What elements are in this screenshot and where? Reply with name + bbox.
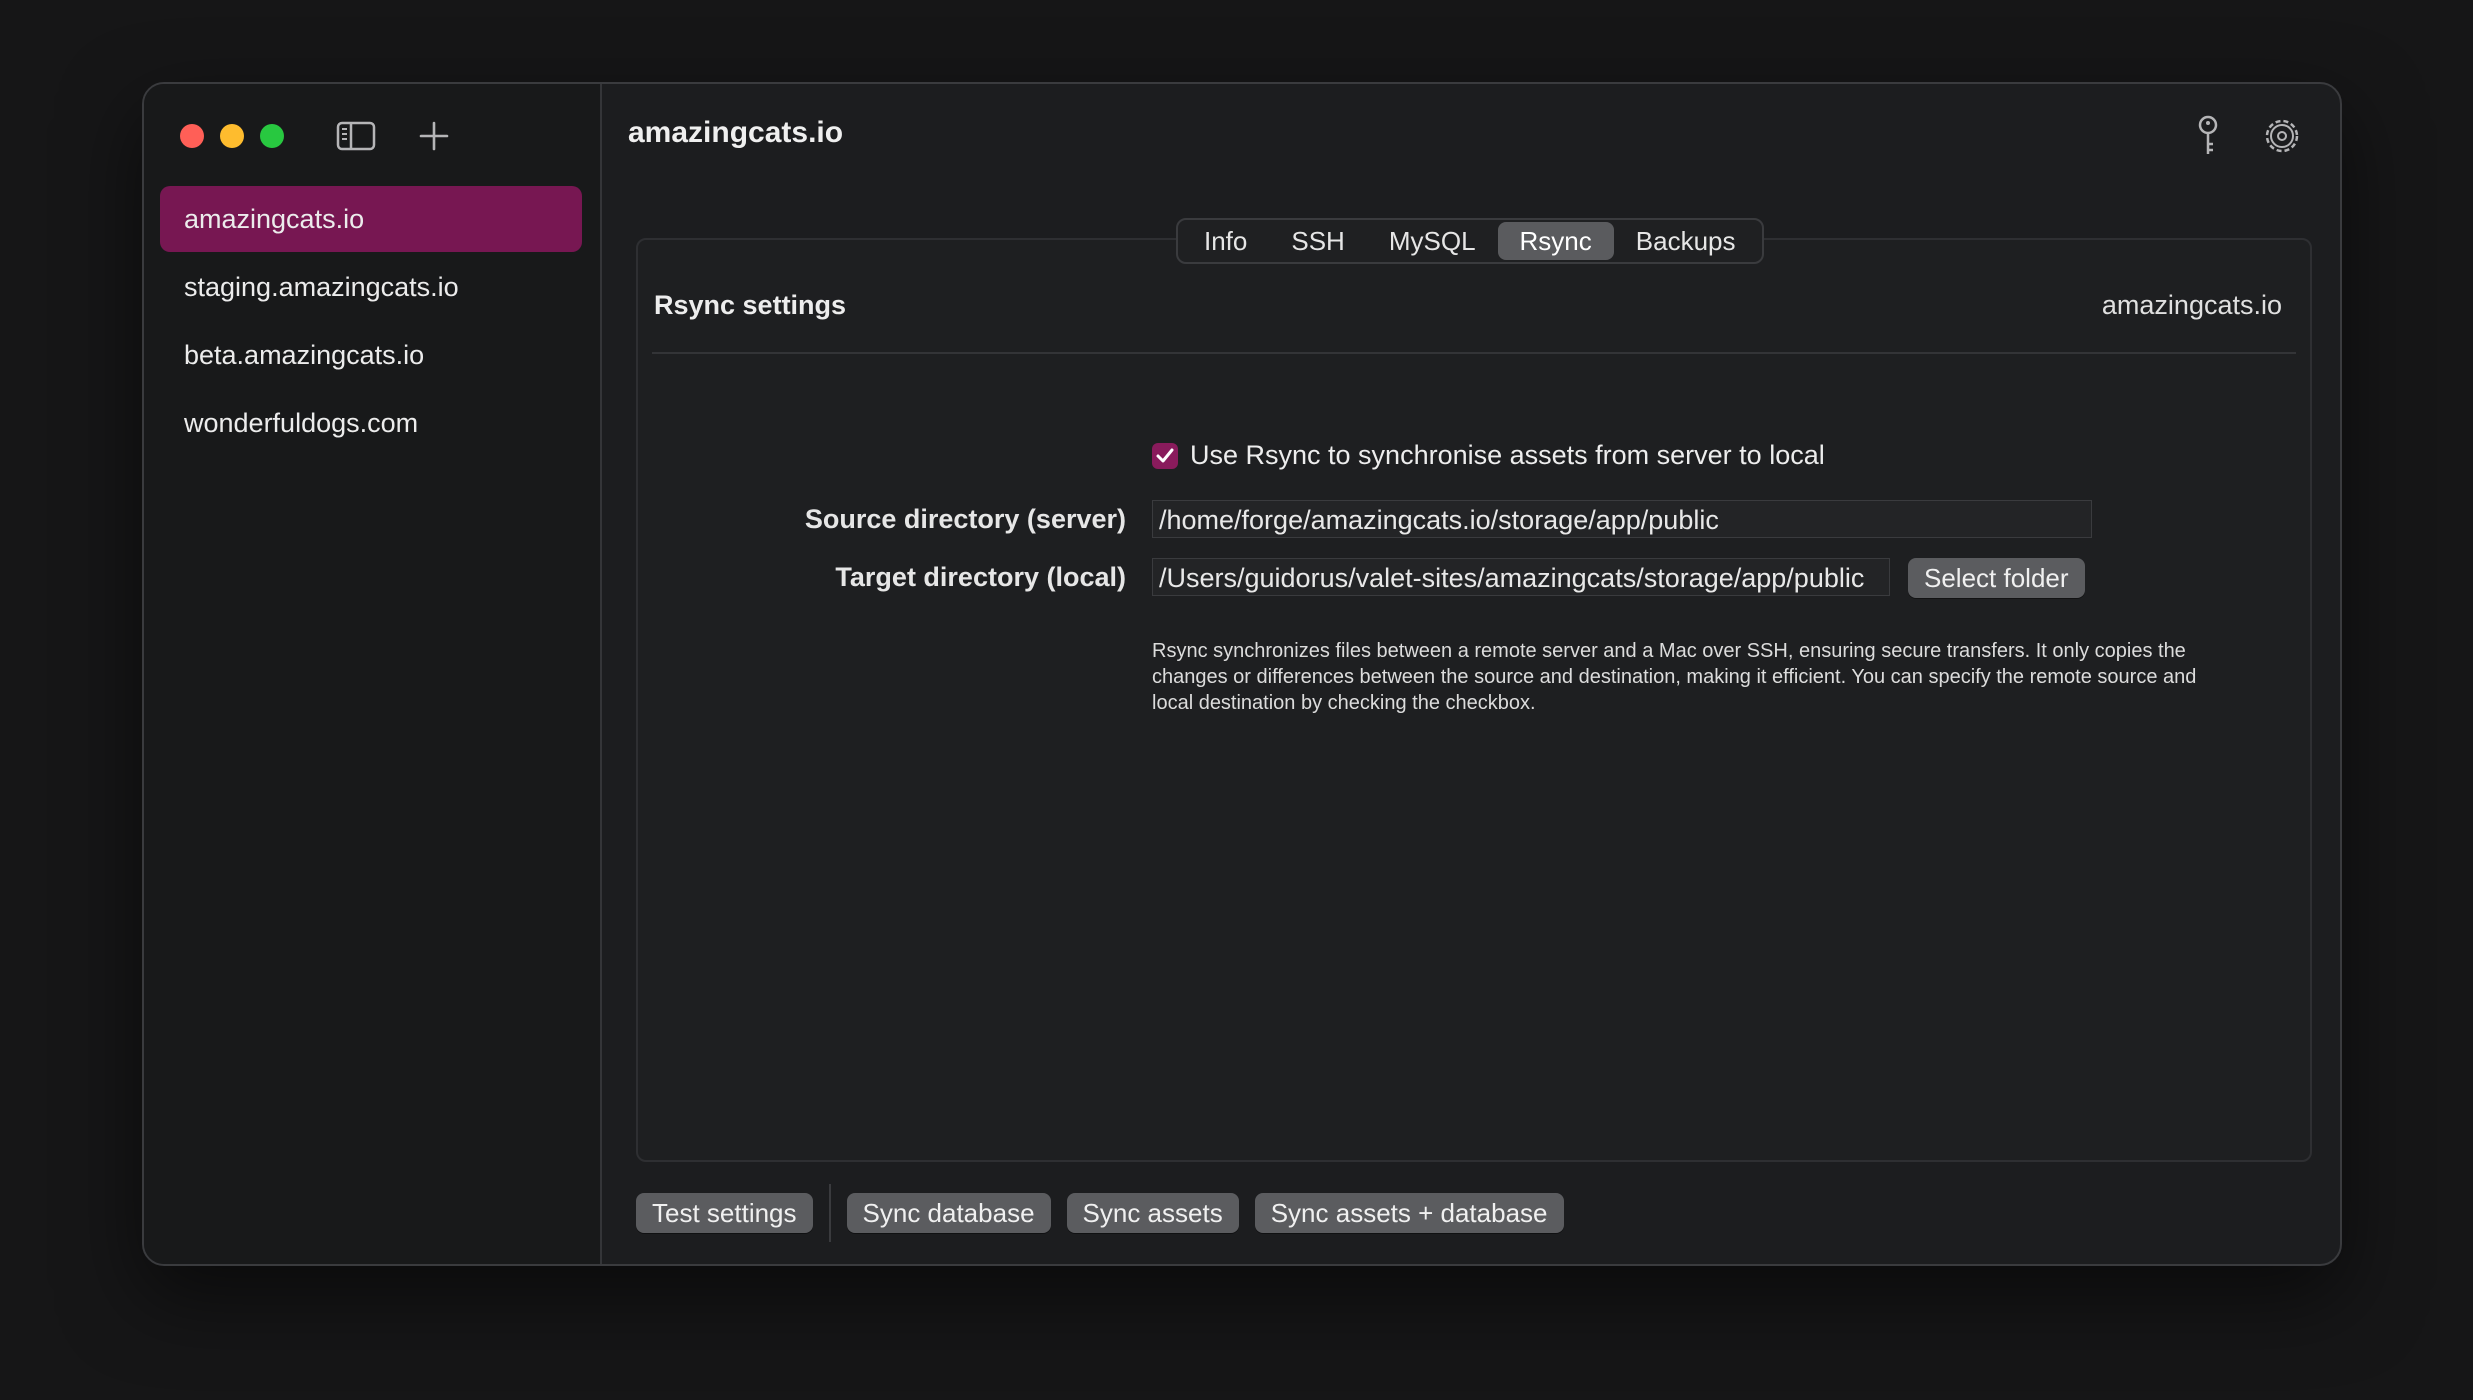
sidebar-toggle-icon[interactable] bbox=[334, 114, 378, 158]
rsync-checkbox[interactable] bbox=[1152, 442, 1178, 469]
tab-ssh[interactable]: SSH bbox=[1269, 222, 1366, 260]
rsync-description: Rsync synchronizes files between a remot… bbox=[1152, 640, 2197, 714]
settings-panel: Rsync settings amazingcats.io Use Rsync … bbox=[636, 238, 2312, 1162]
sidebar-item-label: staging.amazingcats.io bbox=[184, 271, 459, 302]
action-bar: Test settings Sync database Sync assets … bbox=[636, 1184, 1564, 1242]
tab-rsync[interactable]: Rsync bbox=[1497, 222, 1614, 260]
target-directory-field[interactable]: /Users/guidorus/valet-sites/amazingcats/… bbox=[1152, 558, 1890, 596]
divider bbox=[652, 352, 2296, 354]
sync-database-button[interactable]: Sync database bbox=[846, 1193, 1051, 1233]
gear-icon[interactable] bbox=[2258, 112, 2306, 160]
sidebar-item-beta-amazingcats[interactable]: beta.amazingcats.io bbox=[160, 322, 582, 388]
key-icon[interactable] bbox=[2184, 112, 2232, 160]
page-title: amazingcats.io bbox=[628, 116, 844, 149]
sidebar-item-wonderfuldogs[interactable]: wonderfuldogs.com bbox=[160, 390, 582, 456]
select-folder-button[interactable]: Select folder bbox=[1908, 558, 2085, 598]
sidebar-item-label: wonderfuldogs.com bbox=[184, 407, 419, 438]
divider bbox=[828, 1184, 831, 1242]
sidebar-item-label: beta.amazingcats.io bbox=[184, 339, 425, 370]
tab-info[interactable]: Info bbox=[1182, 222, 1269, 260]
plus-icon[interactable] bbox=[412, 114, 456, 158]
source-directory-label: Source directory (server) bbox=[804, 504, 1126, 534]
tab-bar: Info SSH MySQL Rsync Backups bbox=[1176, 218, 1764, 264]
site-list: amazingcats.io staging.amazingcats.io be… bbox=[160, 186, 582, 458]
sync-assets-button[interactable]: Sync assets bbox=[1066, 1193, 1239, 1233]
tab-backups[interactable]: Backups bbox=[1614, 222, 1758, 260]
main-content: amazingcats.io Rsync settings amazingcat… bbox=[602, 84, 2340, 1264]
rsync-checkbox-label: Use Rsync to synchronise assets from ser… bbox=[1190, 440, 1825, 470]
window-controls bbox=[180, 124, 284, 148]
minimize-window-button[interactable] bbox=[220, 124, 244, 148]
sidebar: amazingcats.io staging.amazingcats.io be… bbox=[144, 84, 602, 1264]
sync-assets-database-button[interactable]: Sync assets + database bbox=[1254, 1193, 1564, 1233]
checkmark-icon bbox=[1156, 448, 1174, 462]
app-window: amazingcats.io staging.amazingcats.io be… bbox=[142, 82, 2342, 1266]
target-directory-label: Target directory (local) bbox=[835, 562, 1126, 592]
panel-title: Rsync settings bbox=[654, 290, 847, 320]
sidebar-item-staging-amazingcats[interactable]: staging.amazingcats.io bbox=[160, 254, 582, 320]
zoom-window-button[interactable] bbox=[260, 124, 284, 148]
sidebar-item-amazingcats[interactable]: amazingcats.io bbox=[160, 186, 582, 252]
rsync-checkbox-row[interactable]: Use Rsync to synchronise assets from ser… bbox=[1152, 440, 1825, 471]
panel-site-name: amazingcats.io bbox=[2101, 290, 2282, 320]
test-settings-button[interactable]: Test settings bbox=[636, 1193, 813, 1233]
source-directory-field[interactable]: /home/forge/amazingcats.io/storage/app/p… bbox=[1152, 500, 2092, 538]
tab-mysql[interactable]: MySQL bbox=[1367, 222, 1498, 260]
sidebar-item-label: amazingcats.io bbox=[184, 203, 365, 234]
close-window-button[interactable] bbox=[180, 124, 204, 148]
